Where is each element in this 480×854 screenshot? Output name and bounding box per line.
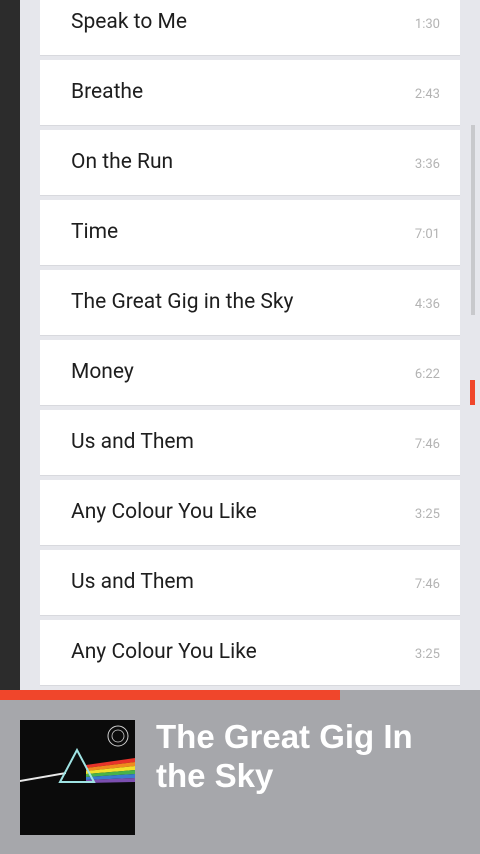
scrollbar-thumb[interactable] (471, 125, 475, 315)
track-duration: 3:36 (414, 157, 440, 172)
playback-progress-bar[interactable] (0, 690, 480, 700)
current-track-marker (470, 380, 475, 405)
track-title: The Great Gig in the Sky (71, 290, 294, 314)
track-row[interactable]: Money 6:22 (40, 340, 460, 405)
album-art[interactable] (20, 720, 135, 835)
track-list[interactable]: Speak to Me 1:30 Breathe 2:43 On the Run… (40, 0, 460, 690)
track-row[interactable]: Speak to Me 1:30 (40, 0, 460, 55)
track-row[interactable]: Breathe 2:43 (40, 60, 460, 125)
track-title: Money (71, 360, 134, 384)
track-duration: 7:46 (414, 437, 440, 452)
track-row[interactable]: Time 7:01 (40, 200, 460, 265)
track-row[interactable]: Us and Them 7:46 (40, 550, 460, 615)
track-row[interactable]: Any Colour You Like 3:25 (40, 620, 460, 685)
now-playing-title: The Great Gig In the Sky (156, 718, 413, 794)
track-title: Any Colour You Like (71, 500, 257, 524)
track-row[interactable]: Any Colour You Like 3:25 (40, 480, 460, 545)
track-title: Any Colour You Like (71, 640, 257, 664)
now-playing-bar[interactable]: The Great Gig In the Sky (0, 700, 480, 854)
track-duration: 6:22 (414, 367, 440, 382)
track-title: Speak to Me (71, 10, 187, 34)
track-row[interactable]: On the Run 3:36 (40, 130, 460, 195)
track-row[interactable]: Us and Them 7:46 (40, 410, 460, 475)
left-rail (0, 0, 20, 690)
track-title: Us and Them (71, 570, 194, 594)
playback-progress-fill (0, 690, 340, 700)
track-title: Breathe (71, 80, 144, 104)
track-row[interactable]: The Great Gig in the Sky 4:36 (40, 270, 460, 335)
track-duration: 2:43 (414, 87, 440, 102)
track-duration: 1:30 (414, 17, 440, 32)
track-duration: 3:25 (414, 647, 440, 662)
track-duration: 3:25 (414, 507, 440, 522)
track-duration: 7:46 (414, 577, 440, 592)
track-title: On the Run (71, 150, 174, 174)
prism-album-art-icon (20, 720, 135, 835)
track-title: Time (71, 220, 119, 244)
track-duration: 4:36 (414, 297, 440, 312)
track-title: Us and Them (71, 430, 194, 454)
track-duration: 7:01 (414, 227, 440, 242)
